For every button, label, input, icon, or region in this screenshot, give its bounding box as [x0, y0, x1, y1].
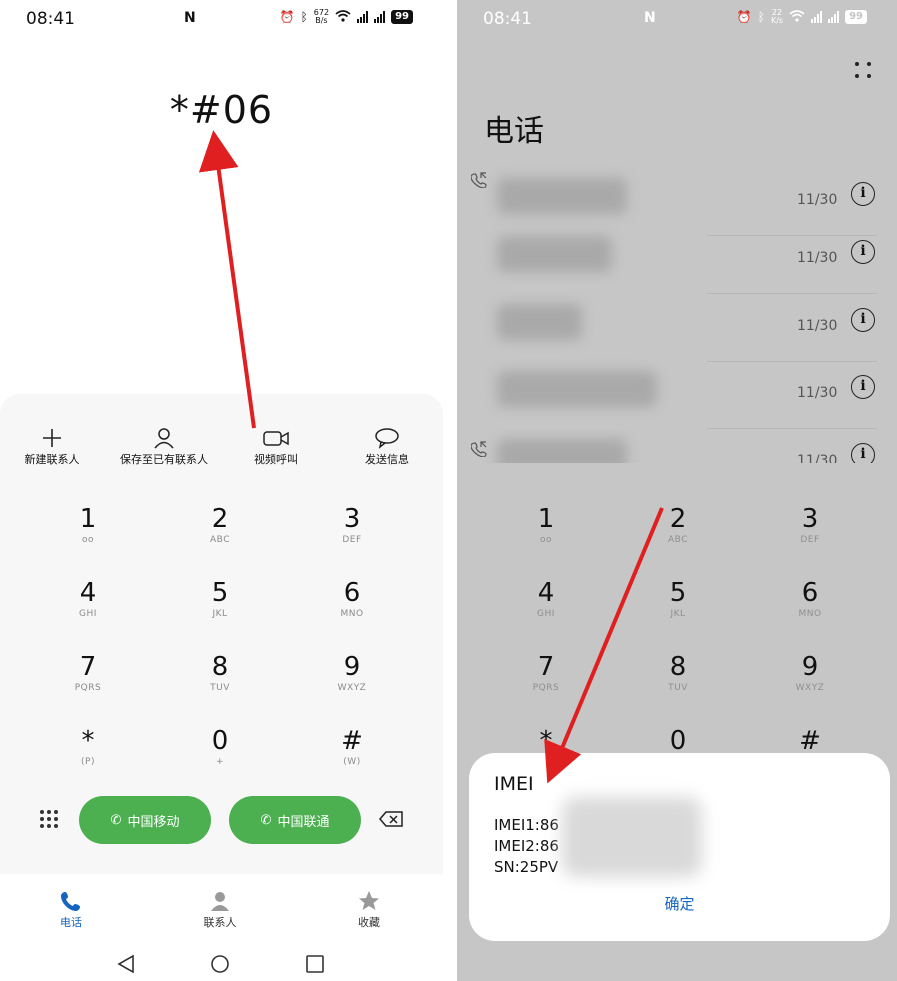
- key-star[interactable]: *: [491, 726, 601, 756]
- person-icon: [109, 425, 219, 451]
- page-title: 电话: [484, 114, 544, 149]
- voicemail-icon: oo: [81, 535, 94, 545]
- back-icon[interactable]: [116, 954, 136, 978]
- imei-dialog: IMEI IMEI1:86 IMEI2:86 SN:25PV 确定: [469, 753, 890, 941]
- home-icon[interactable]: [210, 954, 230, 978]
- info-icon[interactable]: i: [851, 240, 875, 264]
- key-0[interactable]: 0: [623, 726, 733, 756]
- dialed-number: *#06: [169, 88, 274, 132]
- wifi-icon: [335, 9, 351, 25]
- phone-sim-icon: ✆: [110, 812, 122, 828]
- key-hash[interactable]: # (W): [297, 726, 407, 768]
- tab-contacts[interactable]: 联系人: [180, 888, 260, 930]
- key-6[interactable]: 6 MNO: [297, 578, 407, 620]
- nfc-icon: N: [184, 10, 196, 26]
- redaction-blur: [562, 797, 702, 877]
- status-bar: 08:41 N ⏰ ᛒ 672 B/s 99: [0, 0, 443, 38]
- missed-call-icon: [470, 441, 487, 461]
- call-button-sim1[interactable]: ✆ 中国移动: [79, 796, 211, 844]
- info-icon[interactable]: i: [851, 182, 875, 206]
- imei-result-screen: 08:41 N ⏰ ᛒ 22 K/s 99 电话 11/30 i 11/30 i …: [457, 0, 897, 981]
- phone-icon: [31, 888, 111, 914]
- video-call-button[interactable]: 视频呼叫: [221, 425, 331, 467]
- recents-icon[interactable]: [305, 954, 325, 978]
- net-unit: K/s: [770, 16, 784, 25]
- key-9[interactable]: 9 WXYZ: [297, 652, 407, 694]
- key-8[interactable]: 8 TUV: [623, 652, 733, 694]
- imei2-line: IMEI2:86: [494, 837, 559, 855]
- send-message-button[interactable]: 发送信息: [332, 425, 442, 467]
- message-icon: [332, 425, 442, 451]
- system-nav-bar: [0, 952, 443, 978]
- missed-call-icon: [470, 172, 487, 192]
- tab-phone[interactable]: 电话: [31, 888, 111, 930]
- key-7[interactable]: 7 PQRS: [491, 652, 601, 694]
- info-icon[interactable]: i: [851, 443, 875, 463]
- key-6[interactable]: 6 MNO: [755, 578, 865, 620]
- imei1-line: IMEI1:86: [494, 816, 559, 834]
- key-5[interactable]: 5 JKL: [165, 578, 275, 620]
- key-1[interactable]: 1 oo: [491, 504, 601, 546]
- battery-icon: 99: [845, 10, 867, 24]
- imei-info: IMEI1:86 IMEI2:86 SN:25PV: [494, 815, 559, 878]
- signal-icon: [811, 11, 823, 23]
- key-7[interactable]: 7 PQRS: [33, 652, 143, 694]
- new-contact-button[interactable]: 新建联系人: [0, 425, 107, 467]
- battery-icon: 99: [391, 10, 413, 24]
- bluetooth-icon: ᛒ: [300, 10, 308, 24]
- signal-icon: [357, 11, 369, 23]
- dialog-title: IMEI: [494, 773, 534, 795]
- video-icon: [221, 425, 331, 451]
- contacts-icon: [180, 888, 260, 914]
- status-bar: 08:41 N ⏰ ᛒ 22 K/s 99: [457, 0, 897, 38]
- net-unit: B/s: [315, 16, 328, 25]
- more-menu-icon[interactable]: [855, 62, 871, 78]
- signal-icon-2: [828, 11, 840, 23]
- key-3[interactable]: 3 DEF: [755, 504, 865, 546]
- dialer-screen: 08:41 N ⏰ ᛒ 672 B/s 99 *#06 新建联系人 保存至已有联系…: [0, 0, 443, 981]
- key-5[interactable]: 5 JKL: [623, 578, 733, 620]
- key-2[interactable]: 2 ABC: [165, 504, 275, 546]
- star-icon: [329, 888, 409, 914]
- alarm-icon: ⏰: [279, 10, 295, 24]
- tab-favorites[interactable]: 收藏: [329, 888, 409, 930]
- key-2[interactable]: 2 ABC: [623, 504, 733, 546]
- nfc-icon: N: [644, 10, 656, 26]
- info-icon[interactable]: i: [851, 308, 875, 332]
- backspace-icon[interactable]: [378, 810, 404, 832]
- status-time: 08:41: [483, 9, 532, 29]
- info-icon[interactable]: i: [851, 375, 875, 399]
- plus-icon: [0, 425, 107, 451]
- key-4[interactable]: 4 GHI: [491, 578, 601, 620]
- key-3[interactable]: 3 DEF: [297, 504, 407, 546]
- phone-sim-icon: ✆: [260, 812, 272, 828]
- bluetooth-icon: ᛒ: [757, 10, 765, 24]
- voicemail-icon: oo: [539, 535, 552, 545]
- signal-icon-2: [374, 11, 386, 23]
- key-9[interactable]: 9 WXYZ: [755, 652, 865, 694]
- key-4[interactable]: 4 GHI: [33, 578, 143, 620]
- key-star[interactable]: * (P): [33, 726, 143, 768]
- call-log-row[interactable]: 11/30 i: [457, 361, 897, 429]
- save-to-contact-button[interactable]: 保存至已有联系人: [109, 425, 219, 467]
- alarm-icon: ⏰: [736, 10, 752, 24]
- wifi-icon: [789, 9, 805, 25]
- confirm-button[interactable]: 确定: [469, 893, 890, 914]
- key-8[interactable]: 8 TUV: [165, 652, 275, 694]
- key-1[interactable]: 1 oo: [33, 504, 143, 546]
- call-log-row[interactable]: 11/30 i: [457, 226, 897, 294]
- status-time: 08:41: [26, 9, 75, 29]
- dialpad-toggle-icon[interactable]: [40, 810, 58, 828]
- call-log-row[interactable]: 11/30 i: [457, 294, 897, 362]
- key-0[interactable]: 0 +: [165, 726, 275, 768]
- sn-line: SN:25PV: [494, 858, 559, 876]
- key-hash[interactable]: #: [755, 726, 865, 756]
- call-log-row[interactable]: 11/30 i: [457, 429, 897, 463]
- call-button-sim2[interactable]: ✆ 中国联通: [229, 796, 361, 844]
